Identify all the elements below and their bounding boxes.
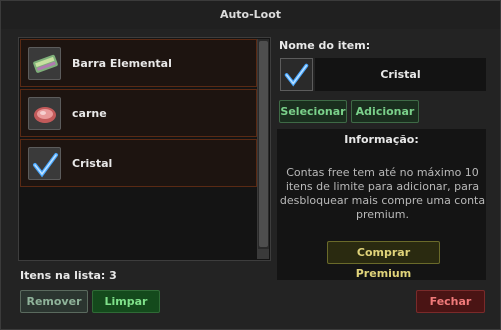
info-text: Contas free tem até no máximo 10 itens d… (279, 166, 486, 221)
items-count: Itens na lista: 3 (20, 269, 117, 282)
meat-icon (28, 97, 61, 130)
select-button[interactable]: Selecionar (279, 100, 347, 123)
list-item[interactable]: Cristal (20, 139, 257, 187)
list-item-label: carne (72, 107, 107, 120)
loot-list-items: Barra Elemental carne Cristal (20, 39, 257, 259)
scrollbar-thumb[interactable] (259, 41, 268, 247)
crystal-icon (280, 58, 313, 91)
item-name-label: Nome do item: (279, 39, 371, 52)
auto-loot-window: Auto-Loot Barra Elemental carne Cristal … (0, 0, 501, 330)
info-title: Informação: (344, 133, 419, 146)
add-button[interactable]: Adicionar (351, 100, 419, 123)
crystal-icon (28, 147, 61, 180)
clear-button[interactable]: Limpar (92, 290, 160, 313)
list-item-label: Barra Elemental (72, 57, 172, 70)
close-button[interactable]: Fechar (416, 290, 485, 313)
window-title: Auto-Loot (1, 1, 500, 29)
buy-premium-button[interactable]: Comprar Premium (327, 241, 440, 280)
list-item-label: Cristal (72, 157, 113, 170)
elemental-bar-icon (28, 47, 61, 80)
scroll-down-arrow[interactable] (258, 249, 269, 259)
list-item[interactable]: carne (20, 89, 257, 137)
selected-item-name: Cristal (315, 58, 486, 91)
list-scrollbar[interactable] (257, 39, 269, 259)
list-item[interactable]: Barra Elemental (20, 39, 257, 87)
loot-list: Barra Elemental carne Cristal (18, 37, 271, 261)
remove-button[interactable]: Remover (20, 290, 88, 313)
